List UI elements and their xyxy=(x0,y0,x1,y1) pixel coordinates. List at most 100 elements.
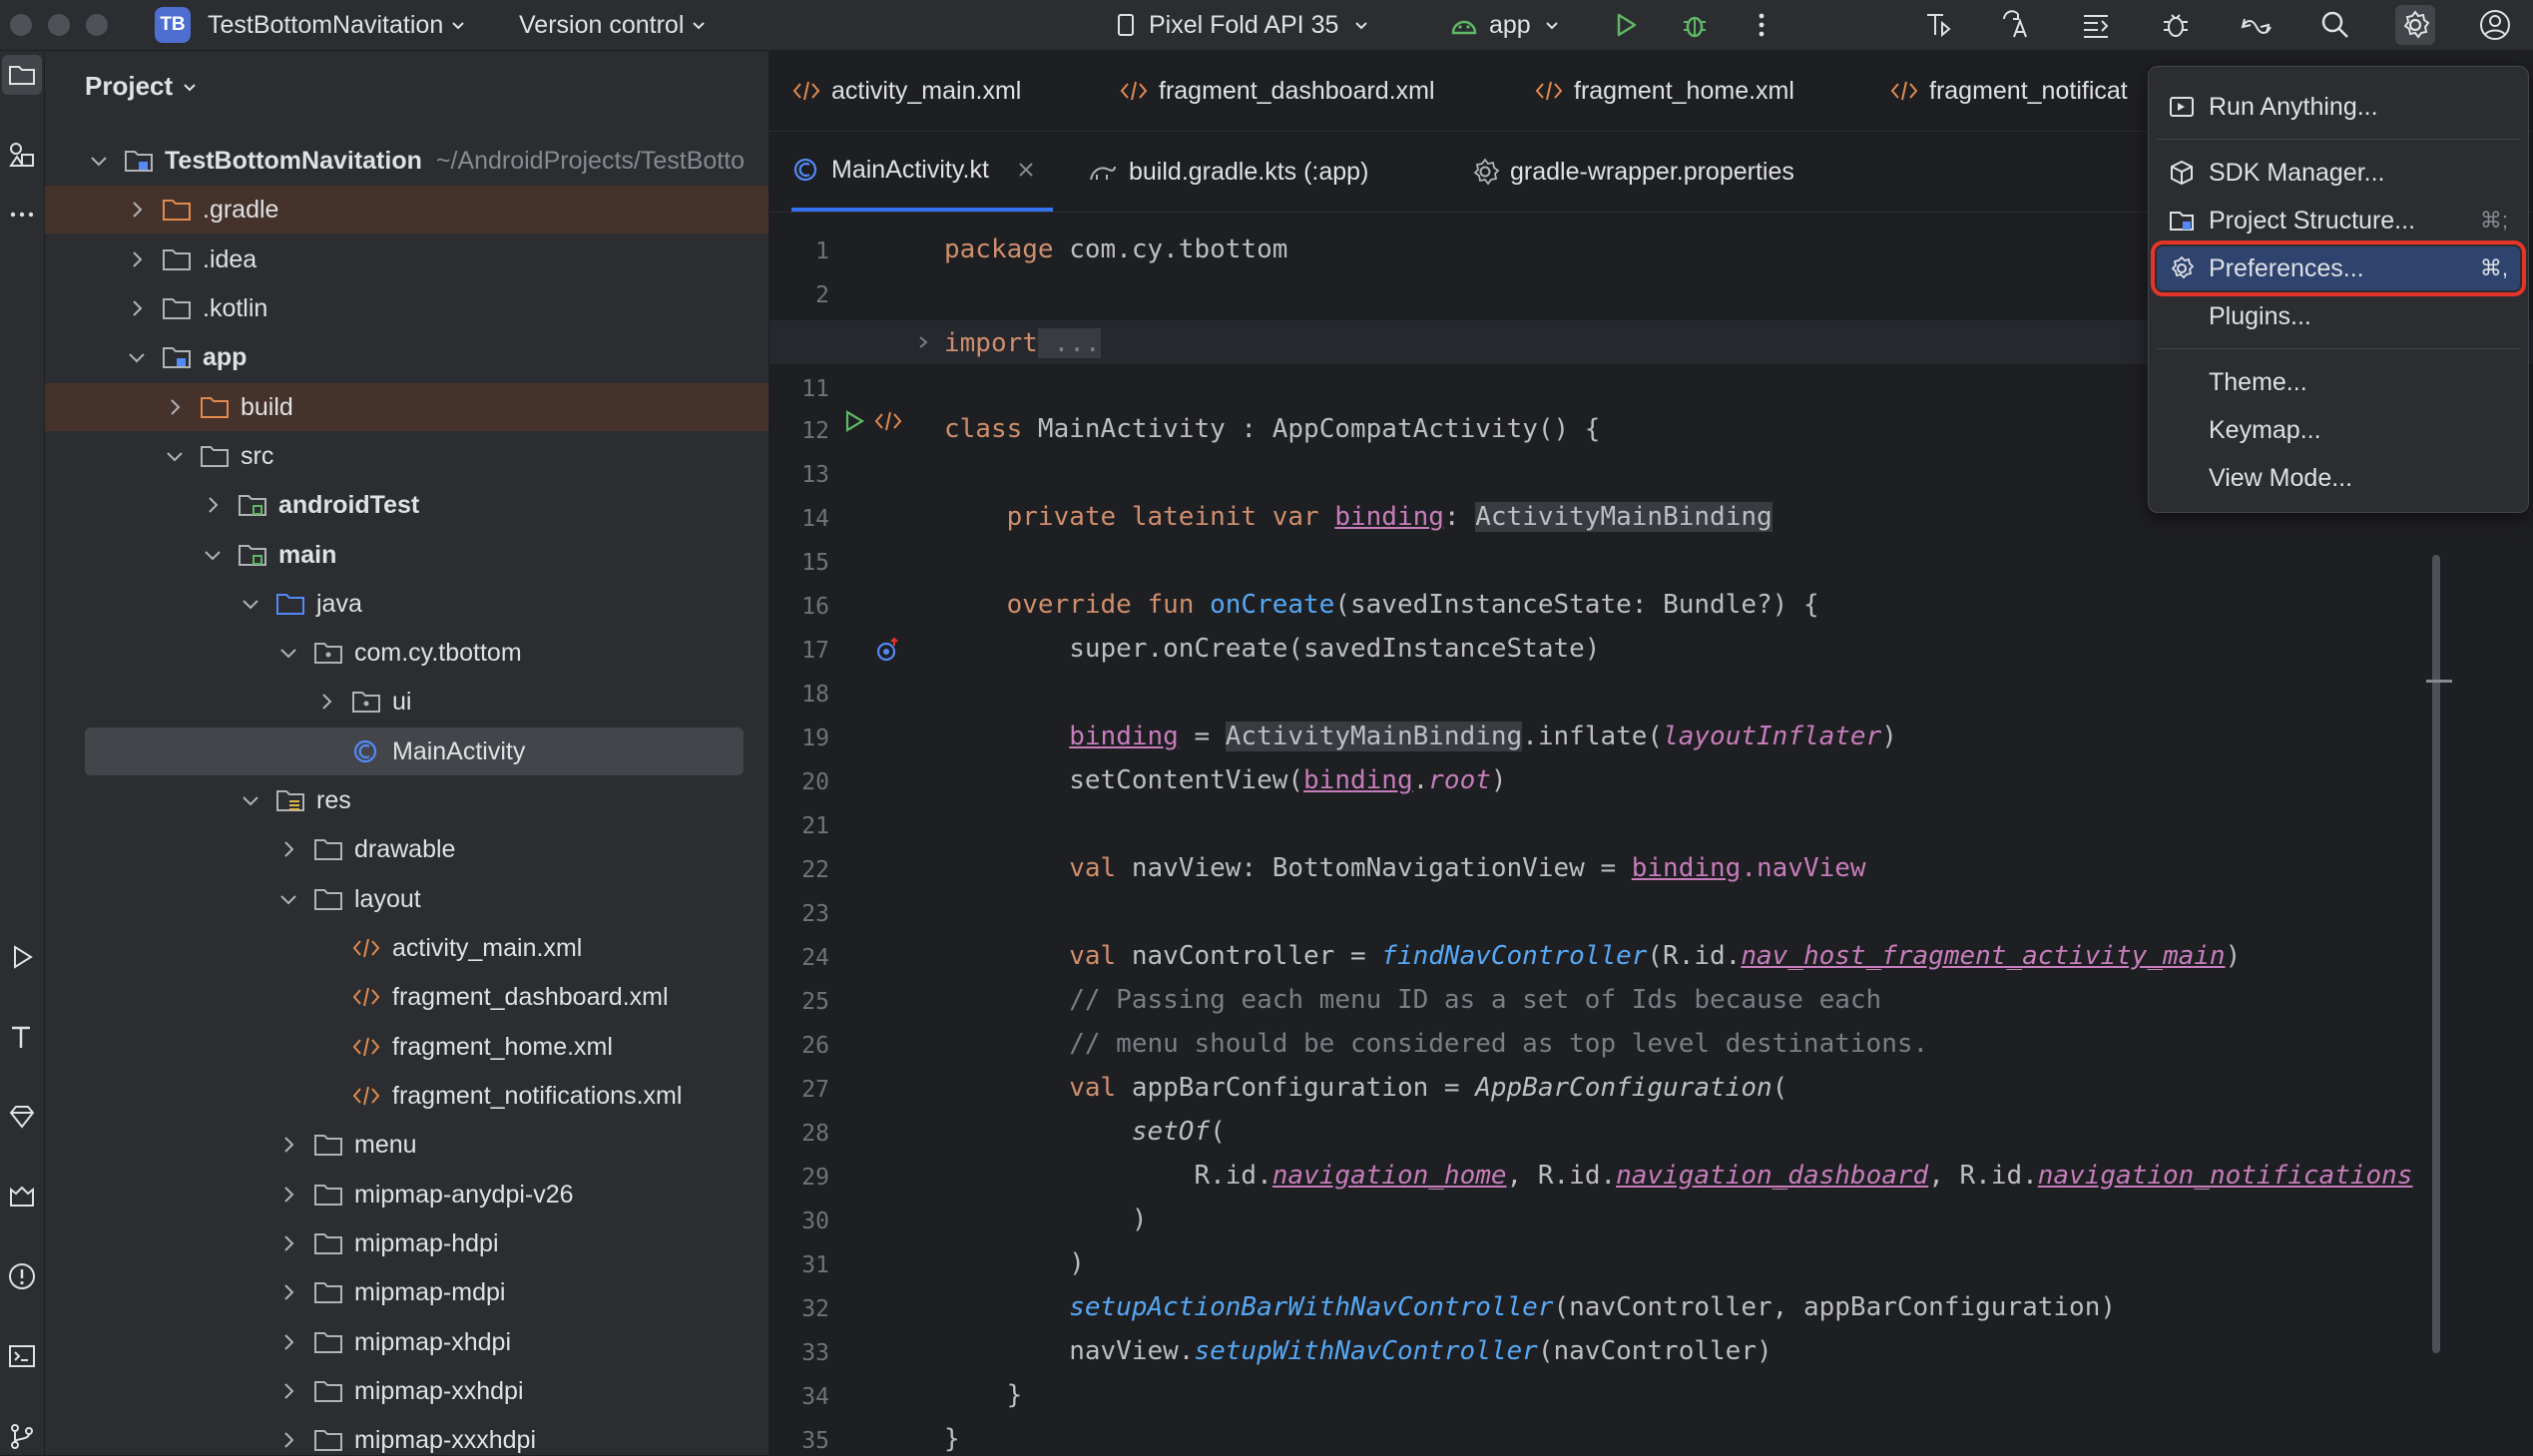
chevron-right-icon[interactable] xyxy=(123,196,151,224)
menu-item-sdk-manager[interactable]: SDK Manager... xyxy=(2157,151,2520,195)
project-switcher[interactable]: TestBottomNavitation xyxy=(208,0,467,50)
chevron-down-icon[interactable] xyxy=(274,639,302,667)
chevron-right-icon[interactable] xyxy=(274,1278,302,1306)
menu-item-project-structure[interactable]: Project Structure... ⌘; xyxy=(2157,199,2520,243)
menu-item-plugins[interactable]: Plugins... xyxy=(2157,294,2520,338)
tree-item[interactable]: mipmap-xxxhdpi xyxy=(45,1416,768,1455)
search-icon[interactable] xyxy=(2315,5,2355,45)
tree-item[interactable]: .idea xyxy=(45,236,768,283)
menu-item-preferences[interactable]: Preferences... ⌘, xyxy=(2151,241,2526,296)
translations-icon[interactable] xyxy=(1996,5,2036,45)
menu-item-keymap[interactable]: Keymap... xyxy=(2157,408,2520,452)
tree-item[interactable]: androidTest xyxy=(45,481,768,529)
tree-item[interactable]: ui xyxy=(45,678,768,726)
tab-fragment-notifications-xml[interactable]: fragment_notificat xyxy=(1889,51,2128,131)
vcs-menu[interactable]: Version control xyxy=(519,0,708,50)
gemini-icon[interactable] xyxy=(2,1097,42,1137)
problems-icon[interactable] xyxy=(2,1256,42,1296)
settings-gear-icon[interactable] xyxy=(2395,5,2435,45)
chevron-right-icon[interactable] xyxy=(199,491,227,519)
window-close-button[interactable] xyxy=(10,14,32,36)
tree-item[interactable]: build xyxy=(45,383,768,431)
debug-icon[interactable] xyxy=(1675,5,1715,45)
tree-item[interactable]: src xyxy=(45,432,768,480)
window-zoom-button[interactable] xyxy=(86,14,108,36)
chevron-right-icon[interactable] xyxy=(274,1377,302,1405)
device-selector[interactable]: Pixel Fold API 35 xyxy=(1113,0,1370,50)
project-folder-icon[interactable] xyxy=(2,55,42,95)
tree-item[interactable]: MainActivity xyxy=(85,728,744,775)
device-mirroring-icon[interactable] xyxy=(2236,5,2276,45)
tab-build-gradle-kts[interactable]: build.gradle.kts (:app) xyxy=(1087,132,1368,212)
tree-item[interactable]: app xyxy=(45,333,768,381)
chevron-right-icon[interactable] xyxy=(161,393,189,421)
override-gutter-icon[interactable] xyxy=(873,635,903,665)
run-icon[interactable] xyxy=(1606,5,1646,45)
tab-fragment-dashboard-xml[interactable]: fragment_dashboard.xml xyxy=(1119,51,1435,131)
tree-item[interactable]: menu xyxy=(45,1121,768,1169)
tree-item[interactable]: mipmap-xhdpi xyxy=(45,1318,768,1366)
chevron-right-icon[interactable] xyxy=(312,688,340,716)
git-icon[interactable] xyxy=(2,1416,42,1456)
menu-item-run-anything[interactable]: Run Anything... xyxy=(2157,85,2520,129)
project-view-selector[interactable]: Project xyxy=(85,71,199,102)
tree-item[interactable]: com.cy.tbottom xyxy=(45,629,768,677)
tab-gradle-wrapper-properties[interactable]: gradle-wrapper.properties xyxy=(1470,132,1794,212)
chevron-right-icon[interactable] xyxy=(123,245,151,273)
tree-item[interactable]: mipmap-hdpi xyxy=(45,1219,768,1267)
terminal-icon[interactable] xyxy=(2,1336,42,1376)
chevron-down-icon[interactable] xyxy=(237,786,264,814)
tree-item[interactable]: fragment_dashboard.xml xyxy=(45,973,768,1021)
chevron-right-icon[interactable] xyxy=(274,835,302,863)
fold-expand-icon[interactable] xyxy=(911,330,935,354)
tree-item[interactable]: fragment_home.xml xyxy=(45,1023,768,1071)
app-quality-icon[interactable] xyxy=(2,1177,42,1216)
chevron-down-icon[interactable] xyxy=(85,147,113,175)
tree-item[interactable]: layout xyxy=(45,875,768,923)
chevron-down-icon[interactable] xyxy=(123,343,151,371)
close-icon[interactable] xyxy=(1017,161,1035,179)
tree-item[interactable]: fragment_notifications.xml xyxy=(45,1072,768,1120)
build-analyzer-icon[interactable] xyxy=(1918,5,1958,45)
tree-item[interactable]: res xyxy=(45,776,768,824)
account-icon[interactable] xyxy=(2475,5,2515,45)
tab-activity-main-xml[interactable]: activity_main.xml xyxy=(791,51,1021,131)
build-tool-icon[interactable] xyxy=(2,1017,42,1057)
tree-item[interactable]: activity_main.xml xyxy=(45,924,768,972)
tree-item[interactable]: drawable xyxy=(45,825,768,873)
chevron-down-icon[interactable] xyxy=(274,885,302,913)
tree-item[interactable]: TestBottomNavitation ~/AndroidProjects/Te… xyxy=(45,137,768,185)
chevron-right-icon[interactable] xyxy=(274,1131,302,1159)
tree-item[interactable]: mipmap-anydpi-v26 xyxy=(45,1171,768,1218)
run-tool-icon[interactable] xyxy=(2,937,42,977)
editor-scrollbar[interactable] xyxy=(2432,555,2440,1353)
tree-item[interactable]: .kotlin xyxy=(45,284,768,332)
chevron-down-icon[interactable] xyxy=(161,442,189,470)
tree-item[interactable]: main xyxy=(45,531,768,579)
tab-mainactivity-kt[interactable]: MainActivity.kt xyxy=(791,132,1053,212)
menu-item-theme[interactable]: Theme... xyxy=(2157,360,2520,404)
chevron-right-icon[interactable] xyxy=(274,1181,302,1209)
related-xml-icon[interactable] xyxy=(873,406,903,436)
structure-icon[interactable] xyxy=(2076,5,2116,45)
menu-item-view-mode[interactable]: View Mode... xyxy=(2157,456,2520,500)
tree-item[interactable]: .gradle xyxy=(45,186,768,234)
tree-item[interactable]: mipmap-mdpi xyxy=(45,1268,768,1316)
project-badge[interactable]: TB xyxy=(155,7,191,43)
resource-manager-icon[interactable] xyxy=(2,135,42,175)
run-gutter-icon[interactable] xyxy=(839,406,869,436)
tree-item[interactable]: mipmap-xxhdpi xyxy=(45,1367,768,1415)
bug-report-icon[interactable] xyxy=(2156,5,2196,45)
tree-item[interactable]: java xyxy=(45,580,768,628)
run-config-selector[interactable]: app xyxy=(1449,0,1561,50)
more-actions-icon[interactable] xyxy=(1742,5,1781,45)
chevron-right-icon[interactable] xyxy=(274,1229,302,1257)
window-minimize-button[interactable] xyxy=(48,14,70,36)
chevron-down-icon[interactable] xyxy=(199,541,227,569)
chevron-down-icon[interactable] xyxy=(237,590,264,618)
chevron-right-icon[interactable] xyxy=(274,1426,302,1454)
more-tools-icon[interactable] xyxy=(2,195,42,235)
chevron-right-icon[interactable] xyxy=(274,1328,302,1356)
chevron-right-icon[interactable] xyxy=(123,294,151,322)
tab-fragment-home-xml[interactable]: fragment_home.xml xyxy=(1534,51,1794,131)
